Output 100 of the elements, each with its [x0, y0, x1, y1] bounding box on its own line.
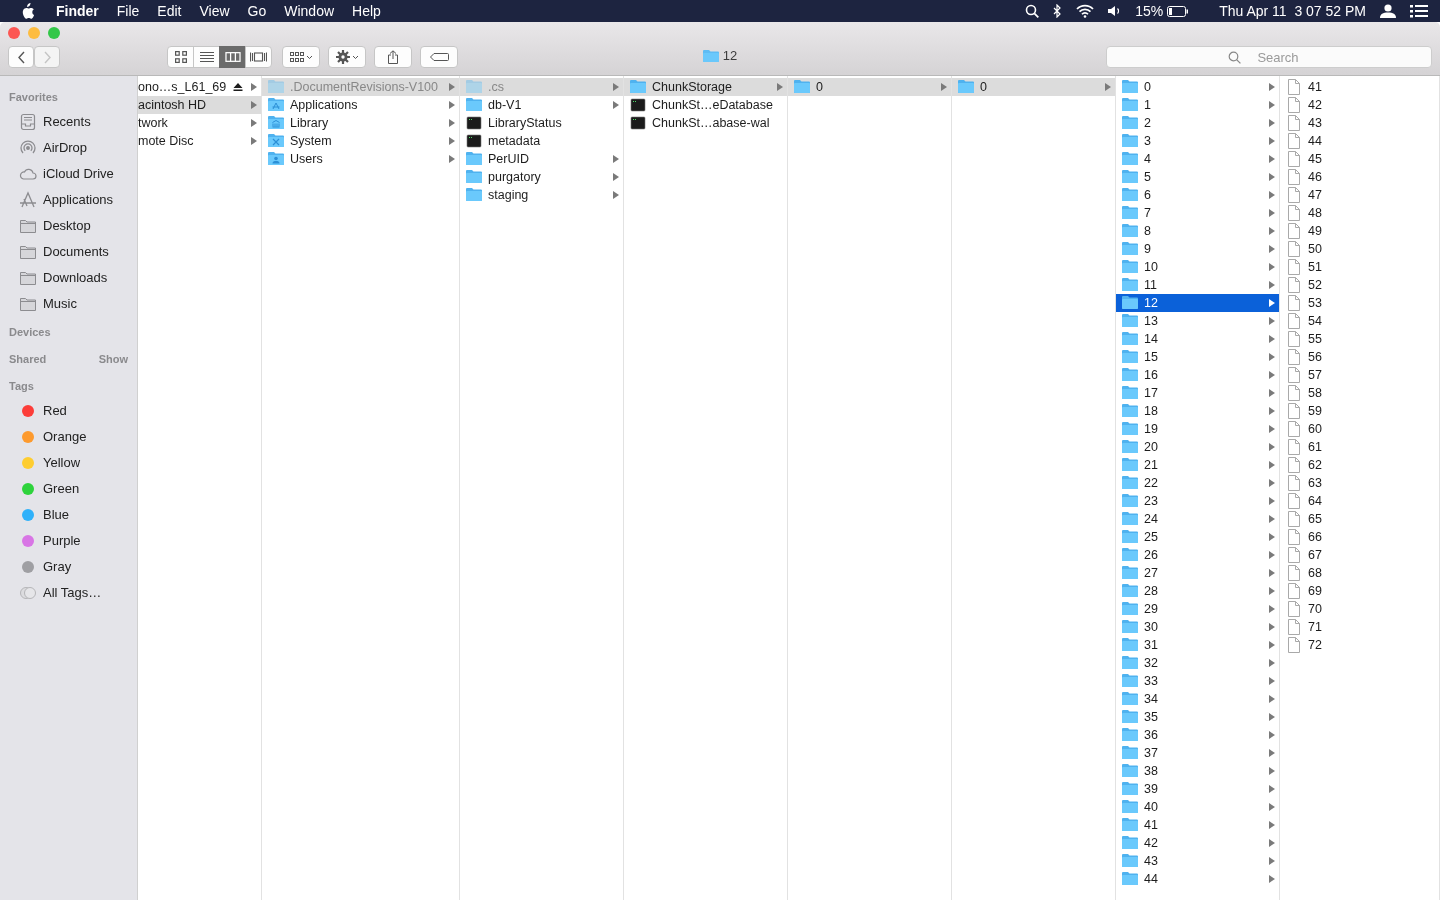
- disclosure-arrow-icon[interactable]: [1269, 533, 1275, 541]
- folder-row[interactable]: 39: [1116, 780, 1279, 798]
- file-row[interactable]: 50: [1280, 240, 1439, 258]
- folder-row[interactable]: Library: [262, 114, 459, 132]
- disclosure-arrow-icon[interactable]: [1269, 461, 1275, 469]
- folder-row[interactable]: 24: [1116, 510, 1279, 528]
- disclosure-arrow-icon[interactable]: [1269, 857, 1275, 865]
- file-row[interactable]: 51: [1280, 258, 1439, 276]
- sidebar-item[interactable]: Blue: [0, 502, 137, 528]
- disclosure-arrow-icon[interactable]: [613, 101, 619, 109]
- wifi-icon[interactable]: [1076, 4, 1095, 18]
- folder-row[interactable]: 29: [1116, 600, 1279, 618]
- file-row[interactable]: 55: [1280, 330, 1439, 348]
- disclosure-arrow-icon[interactable]: [1269, 803, 1275, 811]
- sidebar-item[interactable]: Gray: [0, 554, 137, 580]
- search-icon[interactable]: [1025, 4, 1040, 18]
- file-row[interactable]: metadata: [460, 132, 623, 150]
- menu-item[interactable]: Help: [352, 0, 381, 22]
- folder-row[interactable]: 1: [1116, 96, 1279, 114]
- file-row[interactable]: 41: [1280, 78, 1439, 96]
- disclosure-arrow-icon[interactable]: [1269, 875, 1275, 883]
- file-row[interactable]: 72: [1280, 636, 1439, 654]
- disclosure-arrow-icon[interactable]: [449, 83, 455, 91]
- folder-row[interactable]: 0: [952, 78, 1115, 96]
- sidebar-item[interactable]: Recents: [0, 109, 137, 135]
- folder-row[interactable]: 36: [1116, 726, 1279, 744]
- sidebar-item[interactable]: Purple: [0, 528, 137, 554]
- disclosure-arrow-icon[interactable]: [1269, 263, 1275, 271]
- file-row[interactable]: 52: [1280, 276, 1439, 294]
- disclosure-arrow-icon[interactable]: [1105, 83, 1111, 91]
- file-row[interactable]: 70: [1280, 600, 1439, 618]
- disclosure-arrow-icon[interactable]: [1269, 155, 1275, 163]
- file-row[interactable]: 47: [1280, 186, 1439, 204]
- sidebar-item[interactable]: Downloads: [0, 265, 137, 291]
- disclosure-arrow-icon[interactable]: [613, 83, 619, 91]
- folder-row[interactable]: 33: [1116, 672, 1279, 690]
- folder-row[interactable]: 22: [1116, 474, 1279, 492]
- file-row[interactable]: 62: [1280, 456, 1439, 474]
- folder-row[interactable]: 32: [1116, 654, 1279, 672]
- sidebar-item[interactable]: iCloud Drive: [0, 161, 137, 187]
- sidebar-item[interactable]: Yellow: [0, 450, 137, 476]
- disclosure-arrow-icon[interactable]: [1269, 731, 1275, 739]
- disclosure-arrow-icon[interactable]: [1269, 353, 1275, 361]
- action-button[interactable]: [328, 46, 366, 68]
- apple-logo-icon[interactable]: [20, 2, 34, 20]
- file-row[interactable]: 67: [1280, 546, 1439, 564]
- disclosure-arrow-icon[interactable]: [1269, 101, 1275, 109]
- folder-row[interactable]: 14: [1116, 330, 1279, 348]
- disclosure-arrow-icon[interactable]: [1269, 479, 1275, 487]
- close-button[interactable]: [8, 27, 20, 39]
- user-icon[interactable]: [1380, 4, 1396, 18]
- disclosure-arrow-icon[interactable]: [1269, 515, 1275, 523]
- file-row[interactable]: 54: [1280, 312, 1439, 330]
- disclosure-arrow-icon[interactable]: [1269, 551, 1275, 559]
- disclosure-arrow-icon[interactable]: [449, 155, 455, 163]
- folder-row[interactable]: 8: [1116, 222, 1279, 240]
- volume-row[interactable]: ono…s_L61_69: [138, 78, 261, 96]
- folder-row[interactable]: 38: [1116, 762, 1279, 780]
- view-mode-button[interactable]: [193, 46, 220, 68]
- share-button[interactable]: [374, 46, 412, 68]
- speaker-icon[interactable]: [1108, 5, 1122, 17]
- file-row[interactable]: LibraryStatus: [460, 114, 623, 132]
- file-row[interactable]: 43: [1280, 114, 1439, 132]
- folder-row[interactable]: 0: [788, 78, 951, 96]
- disclosure-arrow-icon[interactable]: [1269, 749, 1275, 757]
- disclosure-arrow-icon[interactable]: [1269, 389, 1275, 397]
- folder-row[interactable]: 23: [1116, 492, 1279, 510]
- file-row[interactable]: 71: [1280, 618, 1439, 636]
- file-row[interactable]: ChunkSt…eDatabase: [624, 96, 787, 114]
- menu-item[interactable]: Edit: [157, 0, 182, 22]
- file-row[interactable]: 48: [1280, 204, 1439, 222]
- folder-row[interactable]: 40: [1116, 798, 1279, 816]
- folder-row[interactable]: db-V1: [460, 96, 623, 114]
- disclosure-arrow-icon[interactable]: [777, 83, 783, 91]
- folder-row[interactable]: 7: [1116, 204, 1279, 222]
- disclosure-arrow-icon[interactable]: [613, 173, 619, 181]
- folder-row[interactable]: 31: [1116, 636, 1279, 654]
- menu-item[interactable]: Go: [247, 0, 267, 22]
- disclosure-arrow-icon[interactable]: [1269, 587, 1275, 595]
- disclosure-arrow-icon[interactable]: [251, 101, 257, 109]
- disclosure-arrow-icon[interactable]: [251, 137, 257, 145]
- file-row[interactable]: 58: [1280, 384, 1439, 402]
- folder-row[interactable]: 11: [1116, 276, 1279, 294]
- sidebar-item[interactable]: AirDrop: [0, 135, 137, 161]
- search-field[interactable]: Search: [1106, 46, 1432, 68]
- disclosure-arrow-icon[interactable]: [1269, 641, 1275, 649]
- file-row[interactable]: ChunkSt…abase-wal: [624, 114, 787, 132]
- disclosure-arrow-icon[interactable]: [1269, 605, 1275, 613]
- view-mode-button[interactable]: [245, 46, 272, 68]
- disclosure-arrow-icon[interactable]: [1269, 227, 1275, 235]
- folder-row[interactable]: 30: [1116, 618, 1279, 636]
- disclosure-arrow-icon[interactable]: [1269, 245, 1275, 253]
- folder-row[interactable]: 4: [1116, 150, 1279, 168]
- file-row[interactable]: 57: [1280, 366, 1439, 384]
- file-row[interactable]: 45: [1280, 150, 1439, 168]
- menu-item[interactable]: View: [199, 0, 230, 22]
- bluetooth-icon[interactable]: [1053, 4, 1063, 18]
- disclosure-arrow-icon[interactable]: [1269, 173, 1275, 181]
- disclosure-arrow-icon[interactable]: [1269, 281, 1275, 289]
- sidebar-item[interactable]: Desktop: [0, 213, 137, 239]
